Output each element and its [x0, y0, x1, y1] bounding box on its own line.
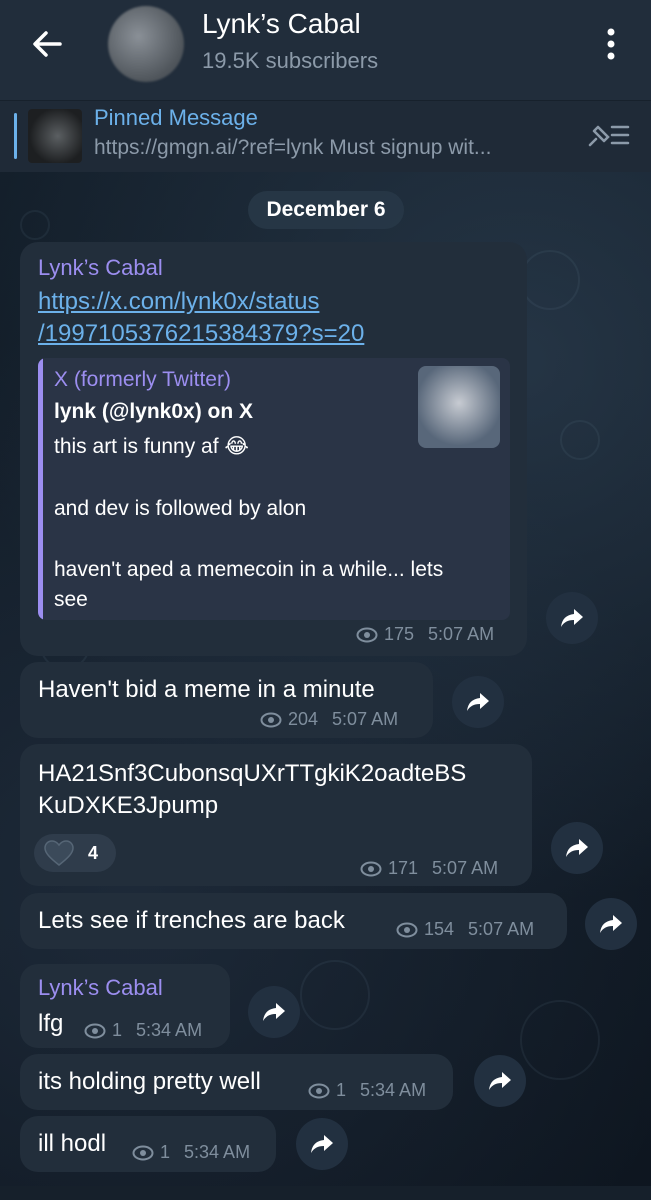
message-bubble[interactable]: its holding pretty well 1 5:34 AM	[20, 1054, 453, 1110]
share-button[interactable]	[551, 822, 603, 874]
share-icon	[566, 839, 588, 857]
message-bubble[interactable]: ill hodl 1 5:34 AM	[20, 1116, 276, 1172]
message-text: its holding pretty well	[38, 1068, 261, 1095]
eye-icon	[132, 1145, 154, 1160]
message-meta: 154 5:07 AM	[396, 919, 534, 940]
message-bubble[interactable]: Lets see if trenches are back 154 5:07 A…	[20, 893, 567, 949]
share-icon	[600, 915, 622, 933]
preview-description: see	[54, 588, 88, 611]
doodle-decoration	[520, 1000, 600, 1080]
preview-description: haven't aped a memecoin in a while... le…	[54, 558, 444, 581]
message-bubble[interactable]: Lynk’s Cabal https://x.com/lynk0x/status…	[20, 242, 527, 656]
eye-icon	[308, 1083, 330, 1098]
message-text: lfg	[38, 1010, 64, 1037]
pinned-title: Pinned Message	[94, 105, 258, 130]
message-text: HA21Snf3CubonsqUXrTTgkiK2oadteBS	[38, 760, 467, 787]
message-meta: 1 5:34 AM	[132, 1142, 250, 1163]
more-options-button[interactable]	[596, 24, 626, 64]
view-count: 204	[288, 709, 319, 729]
back-arrow-icon	[33, 31, 62, 57]
share-icon	[489, 1072, 511, 1090]
reaction-chip[interactable]: 4	[34, 834, 116, 872]
share-icon	[311, 1135, 333, 1153]
view-count: 1	[336, 1080, 347, 1100]
subscriber-count: 19.5K subscribers	[202, 48, 379, 73]
message-time: 5:34 AM	[360, 1080, 427, 1100]
message-time: 5:07 AM	[432, 858, 499, 878]
pinned-text: https://gmgn.ai/?ref=lynk Must signup wi…	[94, 136, 492, 159]
channel-avatar[interactable]	[108, 6, 184, 82]
share-button[interactable]	[585, 898, 637, 950]
message-sender[interactable]: Lynk’s Cabal	[38, 255, 163, 281]
message-meta: 1 5:34 AM	[84, 1020, 202, 1041]
message-meta: 175 5:07 AM	[356, 624, 494, 645]
message-text: KuDXKE3Jpump	[38, 792, 219, 819]
channel-title[interactable]: Lynk’s Cabal	[202, 8, 361, 40]
heart-icon	[44, 840, 74, 866]
pinned-indicator	[14, 113, 17, 159]
preview-title: lynk (@lynk0x) on X	[54, 400, 254, 423]
share-button[interactable]	[474, 1055, 526, 1107]
message-link[interactable]: /1997105376215384379?s=20	[38, 318, 364, 350]
share-icon	[263, 1003, 285, 1021]
doodle-decoration	[300, 960, 370, 1030]
message-text: Haven't bid a meme in a minute	[38, 676, 375, 703]
view-count: 175	[384, 624, 415, 644]
message-meta: 171 5:07 AM	[360, 858, 498, 879]
doodle-decoration	[560, 420, 600, 460]
doodle-decoration	[520, 250, 580, 310]
reaction-count: 4	[88, 842, 99, 863]
message-bubble[interactable]: Lynk’s Cabal lfg 1 5:34 AM	[20, 964, 230, 1048]
share-button[interactable]	[452, 676, 504, 728]
preview-accent-bar	[38, 358, 43, 620]
message-text: ill hodl	[38, 1130, 107, 1157]
pinned-list-button[interactable]	[584, 119, 632, 151]
preview-description: this art is funny af 😂	[54, 435, 249, 458]
message-time: 5:07 AM	[332, 709, 399, 729]
message-time: 5:34 AM	[136, 1020, 203, 1040]
message-time: 5:07 AM	[428, 624, 495, 644]
message-meta: 204 5:07 AM	[260, 709, 398, 730]
eye-icon	[360, 861, 382, 876]
share-icon	[561, 609, 583, 627]
view-count: 171	[388, 858, 419, 878]
message-time: 5:07 AM	[468, 919, 535, 939]
message-time: 5:34 AM	[184, 1142, 251, 1162]
chat-header: Lynk’s Cabal 19.5K subscribers	[0, 0, 651, 100]
share-button[interactable]	[296, 1118, 348, 1170]
doodle-decoration	[20, 210, 50, 240]
view-count: 154	[424, 919, 455, 939]
share-button[interactable]	[248, 986, 300, 1038]
message-text: Lets see if trenches are back	[38, 907, 345, 934]
share-icon	[467, 693, 489, 711]
message-bubble[interactable]: Haven't bid a meme in a minute 204 5:07 …	[20, 662, 433, 738]
pinned-thumbnail	[28, 109, 82, 163]
preview-site-name: X (formerly Twitter)	[54, 368, 231, 391]
eye-icon	[84, 1023, 106, 1038]
eye-icon	[260, 712, 282, 727]
message-sender[interactable]: Lynk’s Cabal	[38, 975, 163, 1001]
bottom-bar	[0, 1186, 651, 1200]
link-preview[interactable]: X (formerly Twitter) lynk (@lynk0x) on X…	[38, 358, 510, 620]
share-button[interactable]	[546, 592, 598, 644]
pin-list-icon	[588, 125, 630, 147]
preview-description: and dev is followed by alon	[54, 497, 307, 520]
pinned-message-bar[interactable]: Pinned Message https://gmgn.ai/?ref=lynk…	[0, 100, 651, 172]
date-separator: December 6	[248, 191, 404, 229]
back-button[interactable]	[26, 22, 70, 66]
view-count: 1	[160, 1142, 171, 1162]
more-vertical-icon	[607, 28, 615, 60]
view-count: 1	[112, 1020, 123, 1040]
eye-icon	[396, 922, 418, 937]
preview-image	[418, 366, 500, 448]
eye-icon	[356, 627, 378, 642]
message-link[interactable]: https://x.com/lynk0x/status	[38, 286, 319, 318]
message-meta: 1 5:34 AM	[308, 1080, 426, 1101]
